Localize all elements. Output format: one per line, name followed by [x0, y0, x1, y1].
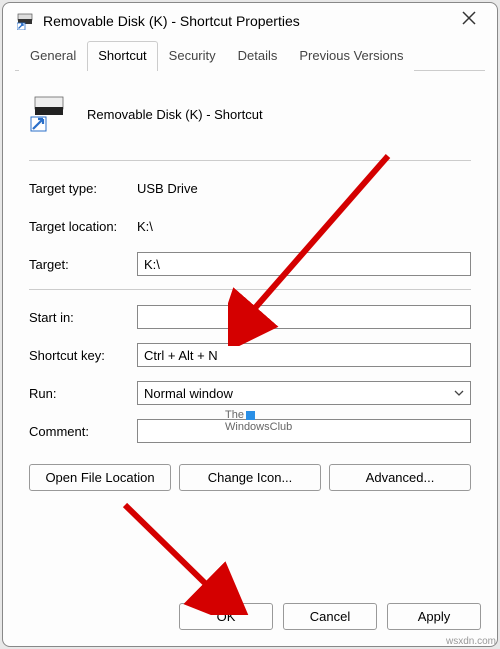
tab-previous-versions[interactable]: Previous Versions — [288, 41, 414, 71]
ok-button[interactable]: OK — [179, 603, 273, 630]
comment-input[interactable] — [137, 419, 471, 443]
titlebar: Removable Disk (K) - Shortcut Properties — [3, 3, 497, 36]
comment-label: Comment: — [29, 424, 137, 439]
action-buttons-row: Open File Location Change Icon... Advanc… — [29, 464, 471, 491]
shortcut-key-label: Shortcut key: — [29, 348, 137, 363]
window-title: Removable Disk (K) - Shortcut Properties — [43, 13, 455, 29]
shortcut-name: Removable Disk (K) - Shortcut — [87, 107, 263, 122]
run-label: Run: — [29, 386, 137, 401]
run-select[interactable]: Normal window — [137, 381, 471, 405]
drive-shortcut-icon — [17, 12, 35, 30]
tab-general[interactable]: General — [19, 41, 87, 71]
shortcut-key-row: Shortcut key: — [29, 342, 471, 368]
target-label: Target: — [29, 257, 137, 272]
shortcut-key-input[interactable] — [137, 343, 471, 367]
start-in-row: Start in: — [29, 304, 471, 330]
dialog-buttons: OK Cancel Apply — [3, 591, 497, 646]
start-in-input[interactable] — [137, 305, 471, 329]
target-location-row: Target location: K:\ — [29, 213, 471, 239]
target-input[interactable] — [137, 252, 471, 276]
divider — [29, 289, 471, 290]
start-in-label: Start in: — [29, 310, 137, 325]
target-type-value: USB Drive — [137, 181, 471, 196]
target-row: Target: — [29, 251, 471, 277]
tab-shortcut[interactable]: Shortcut — [87, 41, 157, 71]
tab-security[interactable]: Security — [158, 41, 227, 71]
chevron-down-icon — [454, 387, 464, 399]
open-file-location-button[interactable]: Open File Location — [29, 464, 171, 491]
drive-shortcut-large-icon — [29, 93, 69, 136]
close-button[interactable] — [455, 11, 483, 30]
run-row: Run: Normal window — [29, 380, 471, 406]
apply-button[interactable]: Apply — [387, 603, 481, 630]
target-type-label: Target type: — [29, 181, 137, 196]
header-row: Removable Disk (K) - Shortcut — [29, 93, 471, 136]
properties-window: Removable Disk (K) - Shortcut Properties… — [2, 2, 498, 647]
watermark-square-icon — [246, 411, 255, 420]
target-location-label: Target location: — [29, 219, 137, 234]
advanced-button[interactable]: Advanced... — [329, 464, 471, 491]
run-value: Normal window — [144, 386, 233, 401]
tab-details[interactable]: Details — [227, 41, 289, 71]
target-type-row: Target type: USB Drive — [29, 175, 471, 201]
shortcut-panel: Removable Disk (K) - Shortcut Target typ… — [3, 71, 497, 591]
target-location-value: K:\ — [137, 219, 471, 234]
divider — [29, 160, 471, 161]
close-icon — [462, 11, 476, 25]
watermark: The WindowsClub — [225, 409, 292, 433]
change-icon-button[interactable]: Change Icon... — [179, 464, 321, 491]
tab-row: General Shortcut Security Details Previo… — [15, 40, 485, 71]
source-watermark: wsxdn.com — [446, 636, 496, 647]
cancel-button[interactable]: Cancel — [283, 603, 377, 630]
